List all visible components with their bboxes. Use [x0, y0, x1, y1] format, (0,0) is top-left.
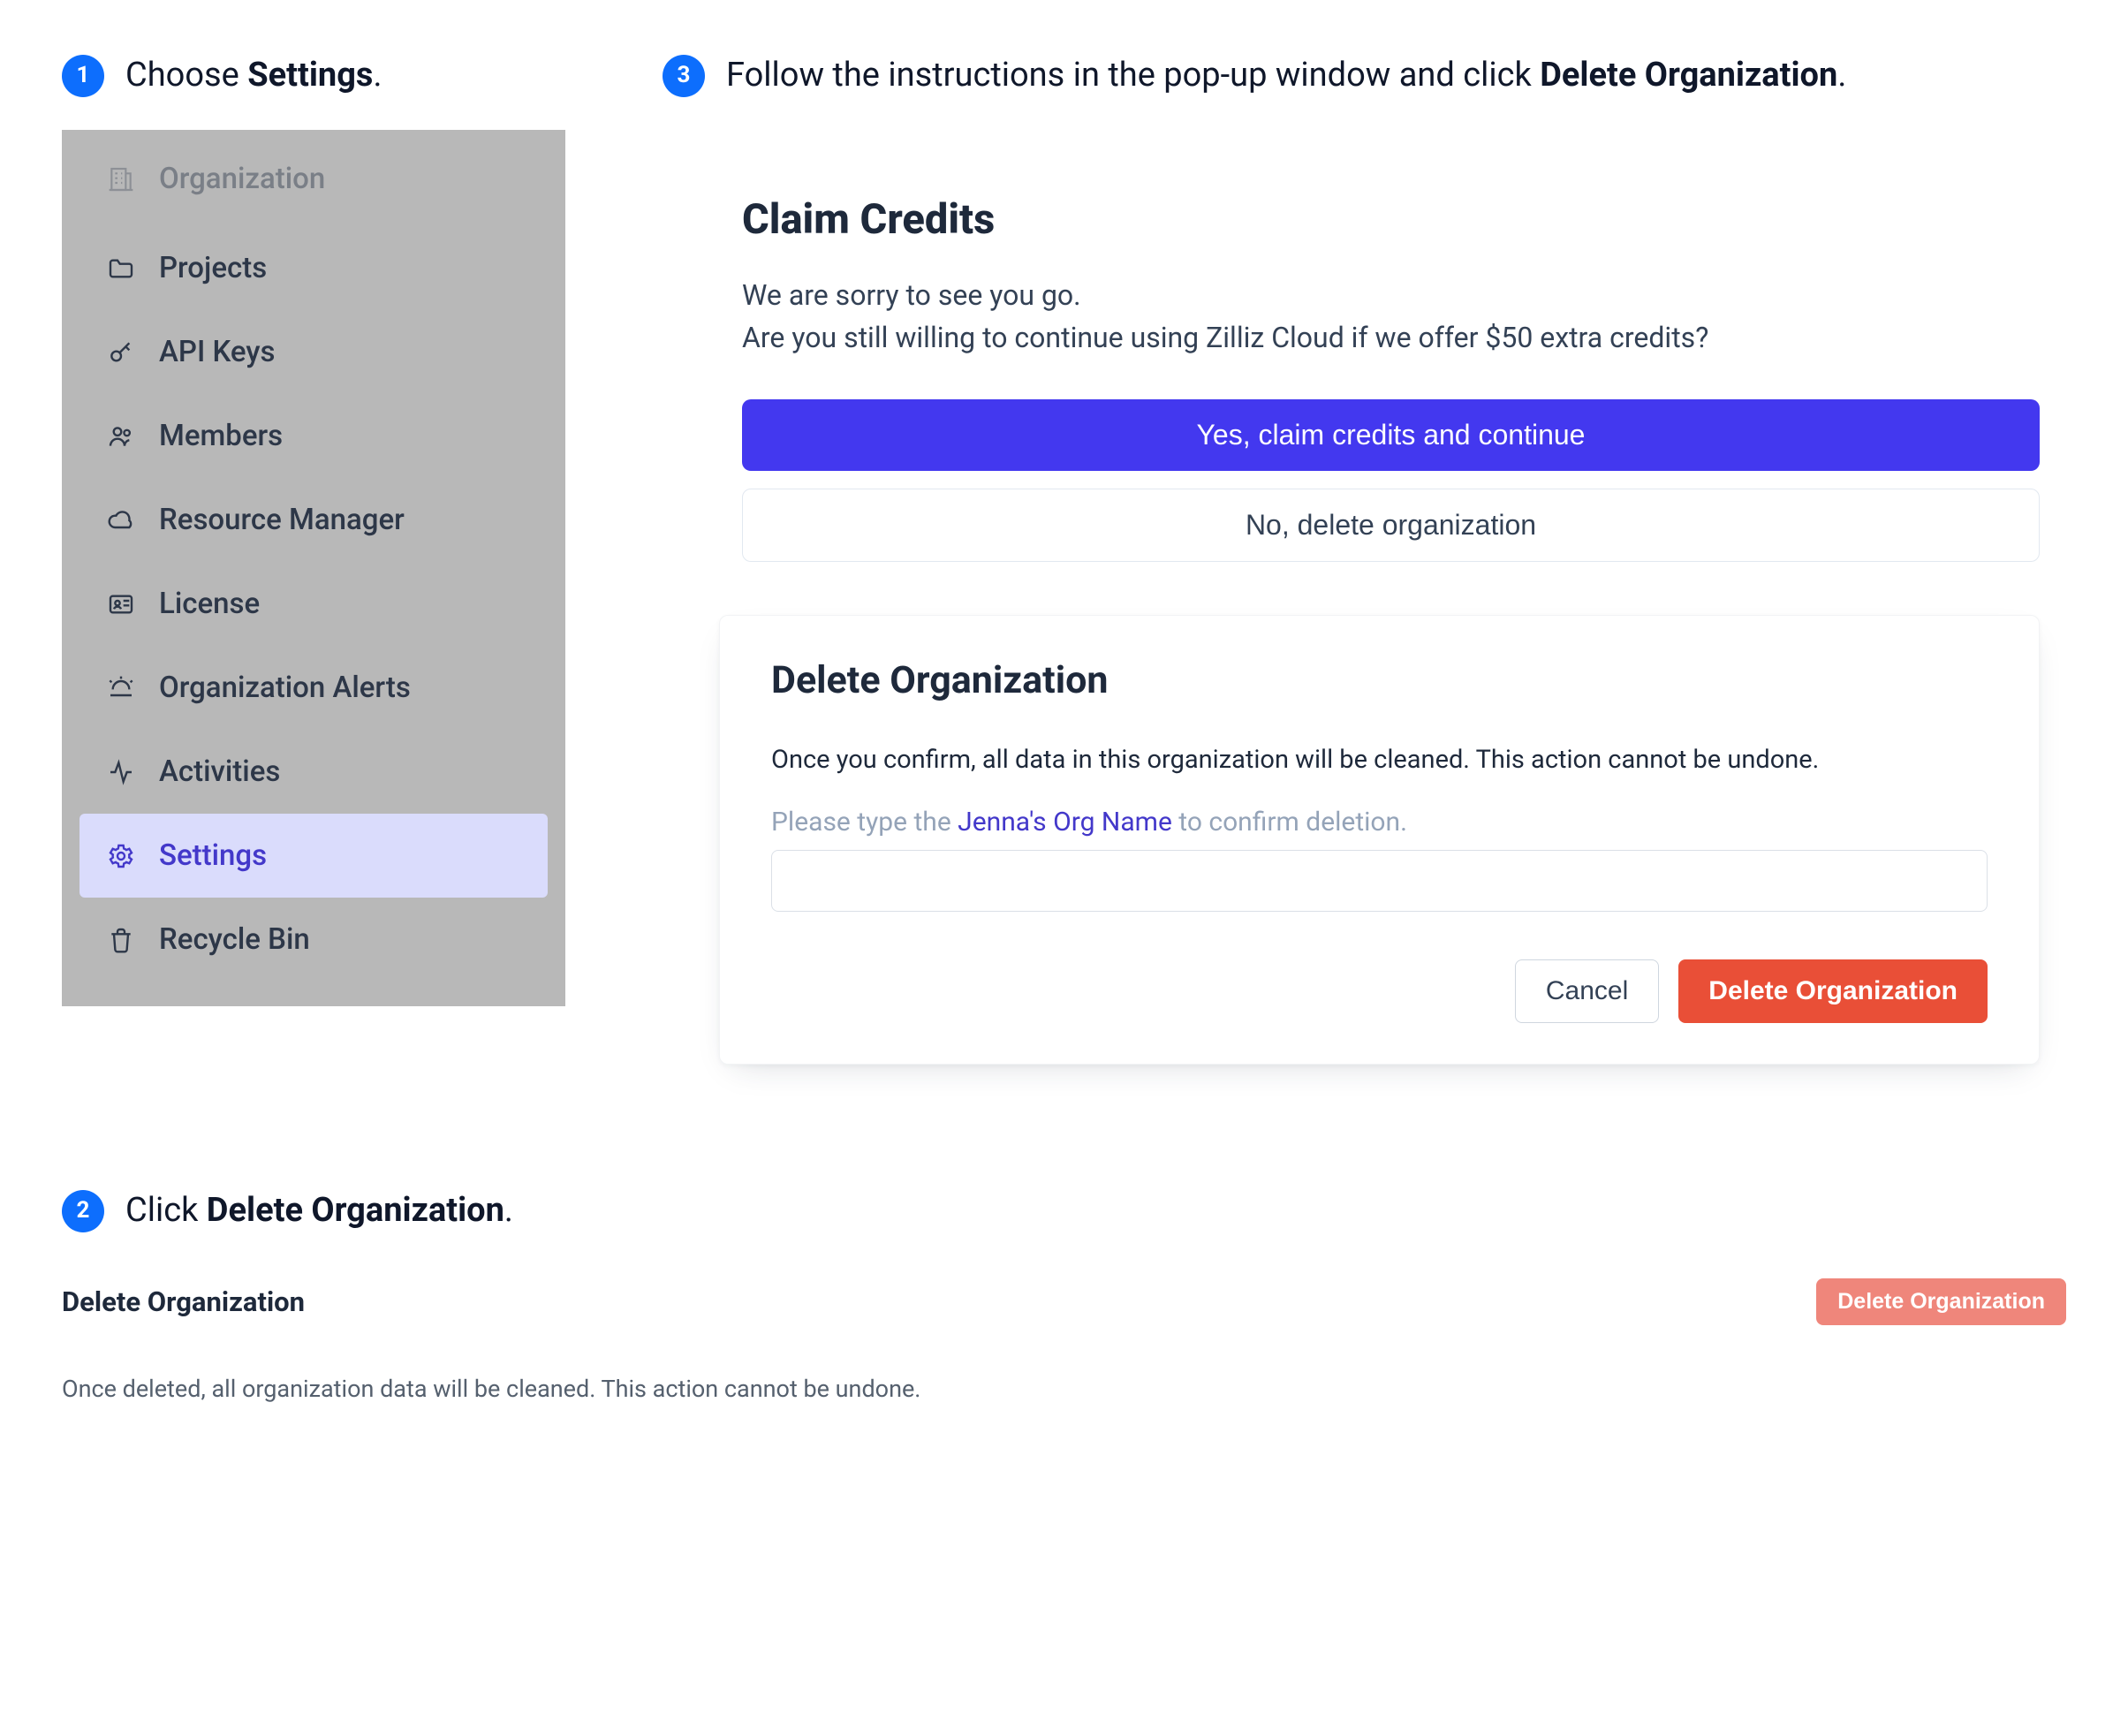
cancel-button[interactable]: Cancel — [1515, 959, 1659, 1023]
dialog-hint-post: to confirm deletion. — [1172, 807, 1407, 838]
sidebar-item-members[interactable]: Members — [80, 394, 548, 478]
settings-delete-org-row: Delete Organization Delete Organization — [62, 1278, 2066, 1325]
sidebar-item-label: Recycle Bin — [159, 922, 310, 957]
dialog-desc: Once you confirm, all data in this organ… — [771, 745, 1988, 775]
claim-line1: We are sorry to see you go. — [742, 278, 1081, 312]
step-3-bold: Delete Organization — [1540, 56, 1837, 95]
dialog-hint-pre: Please type the — [771, 807, 958, 838]
step-2-pre: Click — [125, 1191, 207, 1230]
sidebar-item-projects[interactable]: Projects — [80, 226, 548, 310]
sidebar-item-label: Settings — [159, 838, 267, 873]
sidebar-item-recycle-bin[interactable]: Recycle Bin — [80, 898, 548, 982]
members-icon — [106, 421, 136, 451]
step-2-post: . — [504, 1191, 513, 1230]
trash-icon — [106, 925, 136, 955]
sidebar-heading: Organization — [80, 144, 548, 226]
dialog-hint-org: Jenna's Org Name — [958, 807, 1172, 838]
step-1-badge: 1 — [62, 55, 104, 97]
key-icon — [106, 337, 136, 368]
sidebar-item-license[interactable]: License — [80, 562, 548, 646]
claim-yes-button[interactable]: Yes, claim credits and continue — [742, 399, 2040, 471]
sidebar-item-label: Activities — [159, 754, 280, 789]
sidebar-item-label: Organization Alerts — [159, 671, 411, 705]
sidebar-item-label: Resource Manager — [159, 503, 405, 537]
alert-icon — [106, 673, 136, 703]
step-2-header: 2 Click Delete Organization. — [62, 1188, 2066, 1233]
folder-icon — [106, 254, 136, 284]
step-1-post: . — [373, 56, 382, 95]
sidebar-item-label: Projects — [159, 251, 267, 285]
step-1-header: 1 Choose Settings. — [62, 53, 565, 98]
sidebar-item-label: API Keys — [159, 335, 276, 369]
claim-text: We are sorry to see you go. Are you stil… — [742, 274, 2040, 359]
sidebar-item-label: License — [159, 587, 260, 621]
step-2-badge: 2 — [62, 1190, 104, 1232]
sidebar-heading-label: Organization — [159, 162, 325, 196]
sidebar: Organization Projects API Keys — [62, 130, 565, 1006]
delete-organization-button[interactable]: Delete Organization — [1678, 959, 1988, 1023]
cloud-icon — [106, 505, 136, 535]
organization-icon — [106, 164, 136, 194]
license-icon — [106, 589, 136, 619]
sidebar-item-settings[interactable]: Settings — [80, 814, 548, 898]
claim-line2: Are you still willing to continue using … — [742, 321, 1708, 354]
step-3-badge: 3 — [663, 55, 705, 97]
sidebar-item-activities[interactable]: Activities — [80, 730, 548, 814]
claim-title: Claim Credits — [742, 195, 2040, 244]
settings-row-desc: Once deleted, all organization data will… — [62, 1375, 2066, 1403]
settings-delete-organization-button[interactable]: Delete Organization — [1816, 1278, 2066, 1325]
step-3-pre: Follow the instructions in the pop-up wi… — [726, 56, 1540, 95]
sidebar-item-organization-alerts[interactable]: Organization Alerts — [80, 646, 548, 730]
claim-credits-section: Claim Credits We are sorry to see you go… — [663, 130, 2066, 562]
gear-icon — [106, 841, 136, 871]
sidebar-item-resource-manager[interactable]: Resource Manager — [80, 478, 548, 562]
settings-row-title: Delete Organization — [62, 1285, 305, 1318]
step-3-header: 3 Follow the instructions in the pop-up … — [663, 53, 2066, 98]
dialog-title: Delete Organization — [771, 658, 1988, 702]
claim-no-button[interactable]: No, delete organization — [742, 489, 2040, 562]
dialog-hint: Please type the Jenna's Org Name to conf… — [771, 807, 1988, 838]
sidebar-item-api-keys[interactable]: API Keys — [80, 310, 548, 394]
sidebar-item-label: Members — [159, 419, 283, 453]
confirm-org-name-input[interactable] — [771, 850, 1988, 912]
delete-org-dialog: Delete Organization Once you confirm, al… — [719, 615, 2040, 1065]
activity-icon — [106, 757, 136, 787]
step-2-bold: Delete Organization — [207, 1191, 504, 1230]
step-3-post: . — [1837, 56, 1846, 95]
step-1-bold: Settings — [247, 56, 373, 95]
step-1-pre: Choose — [125, 56, 247, 95]
